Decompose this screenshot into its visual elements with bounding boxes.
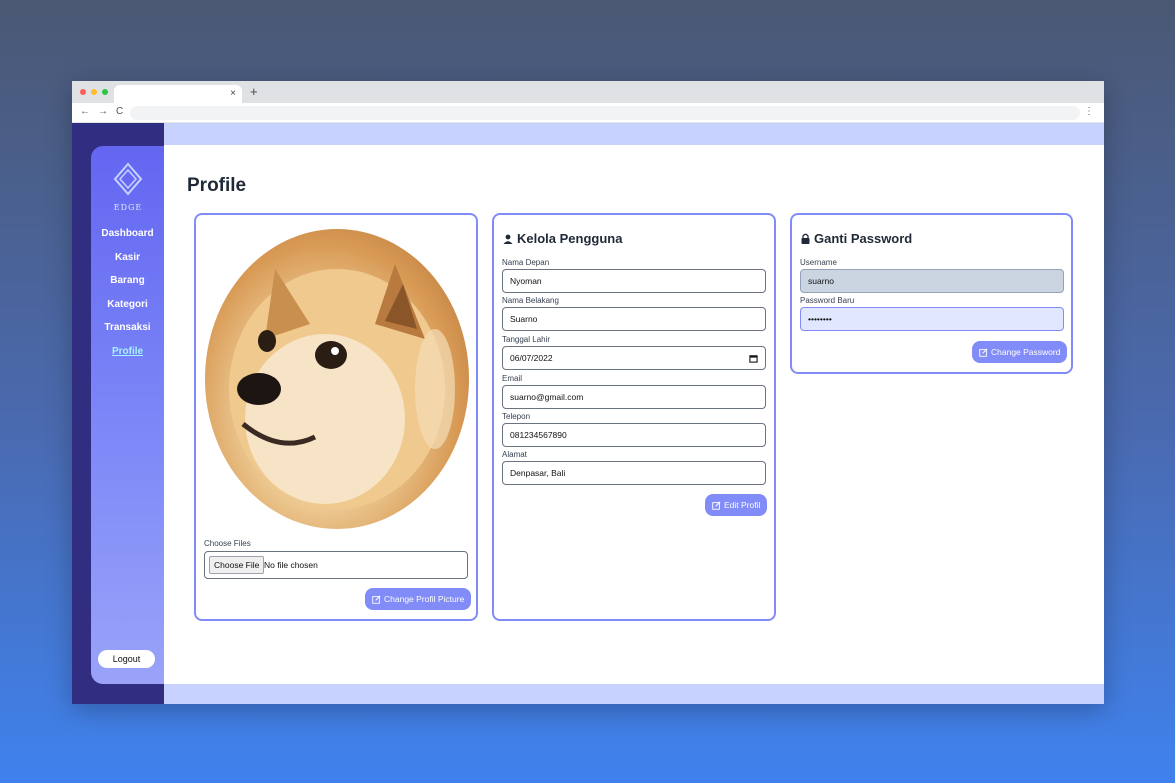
edit-icon bbox=[712, 501, 721, 510]
edge-logo: EDGE bbox=[113, 162, 143, 212]
browser-tab[interactable]: × bbox=[114, 85, 242, 103]
diamond-logo-icon bbox=[113, 162, 143, 196]
file-input[interactable]: Choose File No file chosen bbox=[204, 551, 468, 579]
username-field: suarno bbox=[800, 269, 1064, 293]
user-management-card: Kelola Pengguna Nama Depan Nyoman Nama B… bbox=[492, 213, 776, 621]
url-input[interactable] bbox=[130, 106, 1080, 120]
choose-file-button[interactable]: Choose File bbox=[209, 556, 265, 574]
user-card-header: Kelola Pengguna bbox=[503, 231, 622, 246]
maximize-window-dot[interactable] bbox=[102, 89, 108, 95]
sidebar-item-profile[interactable]: Profile bbox=[91, 346, 164, 370]
sidebar-item-dashboard[interactable]: Dashboard bbox=[91, 228, 164, 252]
first-name-label: Nama Depan bbox=[502, 258, 550, 267]
bottom-band bbox=[164, 684, 1104, 704]
phone-label: Telepon bbox=[502, 412, 531, 421]
close-tab-icon[interactable]: × bbox=[230, 88, 236, 99]
phone-field[interactable]: 081234567890 bbox=[502, 423, 766, 447]
change-picture-label: Change Profil Picture bbox=[384, 594, 465, 604]
password-card-title: Ganti Password bbox=[814, 231, 913, 246]
user-icon bbox=[503, 234, 513, 244]
choose-files-label: Choose Files bbox=[204, 539, 251, 548]
nav-controls: ← → C bbox=[80, 106, 123, 117]
password-card-header: Ganti Password bbox=[801, 231, 912, 246]
birth-date-value: 06/07/2022 bbox=[510, 353, 553, 363]
change-picture-button[interactable]: Change Profil Picture bbox=[365, 588, 472, 610]
browser-menu-icon[interactable]: ⋮ bbox=[1084, 106, 1094, 117]
app-root: EDGE Dashboard Kasir Barang Kategori Tra… bbox=[72, 123, 1104, 704]
last-name-field[interactable]: Suarno bbox=[502, 307, 766, 331]
last-name-label: Nama Belakang bbox=[502, 296, 559, 305]
first-name-field[interactable]: Nyoman bbox=[502, 269, 766, 293]
address-label: Alamat bbox=[502, 450, 527, 459]
new-password-label: Password Baru bbox=[800, 296, 855, 305]
calendar-icon[interactable] bbox=[749, 354, 758, 363]
minimize-window-dot[interactable] bbox=[91, 89, 97, 95]
sidebar-item-kategori[interactable]: Kategori bbox=[91, 299, 164, 323]
logo-text: EDGE bbox=[113, 203, 143, 212]
profile-avatar-image bbox=[205, 229, 469, 529]
email-field[interactable]: suarno@gmail.com bbox=[502, 385, 766, 409]
top-band bbox=[164, 123, 1104, 145]
forward-arrow-icon[interactable]: → bbox=[98, 106, 108, 117]
edit-profile-label: Edit Profil bbox=[724, 500, 761, 510]
dog-photo-icon bbox=[229, 264, 455, 509]
browser-window: × + ← → C ⋮ EDGE Dashboard Kasir Barang … bbox=[72, 81, 1104, 704]
back-arrow-icon[interactable]: ← bbox=[80, 106, 90, 117]
profile-picture-card: Choose Files Choose File No file chosen … bbox=[194, 213, 478, 621]
lock-icon bbox=[801, 233, 810, 244]
sidebar: EDGE Dashboard Kasir Barang Kategori Tra… bbox=[91, 146, 164, 684]
edit-profile-button[interactable]: Edit Profil bbox=[705, 494, 768, 516]
reload-icon[interactable]: C bbox=[116, 106, 123, 117]
new-password-field[interactable]: •••••••• bbox=[800, 307, 1064, 331]
edit-icon bbox=[372, 595, 381, 604]
birth-date-field[interactable]: 06/07/2022 bbox=[502, 346, 766, 370]
close-window-dot[interactable] bbox=[80, 89, 86, 95]
username-label: Username bbox=[800, 258, 837, 267]
sidebar-item-transaksi[interactable]: Transaksi bbox=[91, 322, 164, 346]
edit-icon bbox=[979, 348, 988, 357]
sidebar-item-kasir[interactable]: Kasir bbox=[91, 252, 164, 276]
window-controls bbox=[80, 89, 108, 95]
address-bar-row: ← → C ⋮ bbox=[72, 103, 1104, 123]
user-card-title: Kelola Pengguna bbox=[517, 231, 623, 246]
change-password-card: Ganti Password Username suarno Password … bbox=[790, 213, 1073, 374]
sidebar-nav: Dashboard Kasir Barang Kategori Transaks… bbox=[91, 228, 164, 369]
change-password-label: Change Password bbox=[991, 347, 1061, 357]
new-tab-icon[interactable]: + bbox=[250, 84, 258, 99]
logout-button[interactable]: Logout bbox=[98, 650, 155, 668]
email-label: Email bbox=[502, 374, 523, 383]
change-password-button[interactable]: Change Password bbox=[972, 341, 1068, 363]
sidebar-item-barang[interactable]: Barang bbox=[91, 275, 164, 299]
birth-date-label: Tanggal Lahir bbox=[502, 335, 551, 344]
file-status: No file chosen bbox=[264, 560, 318, 570]
page-title: Profile bbox=[187, 175, 247, 196]
address-field[interactable]: Denpasar, Bali bbox=[502, 461, 766, 485]
tab-bar: × + bbox=[72, 81, 1104, 103]
